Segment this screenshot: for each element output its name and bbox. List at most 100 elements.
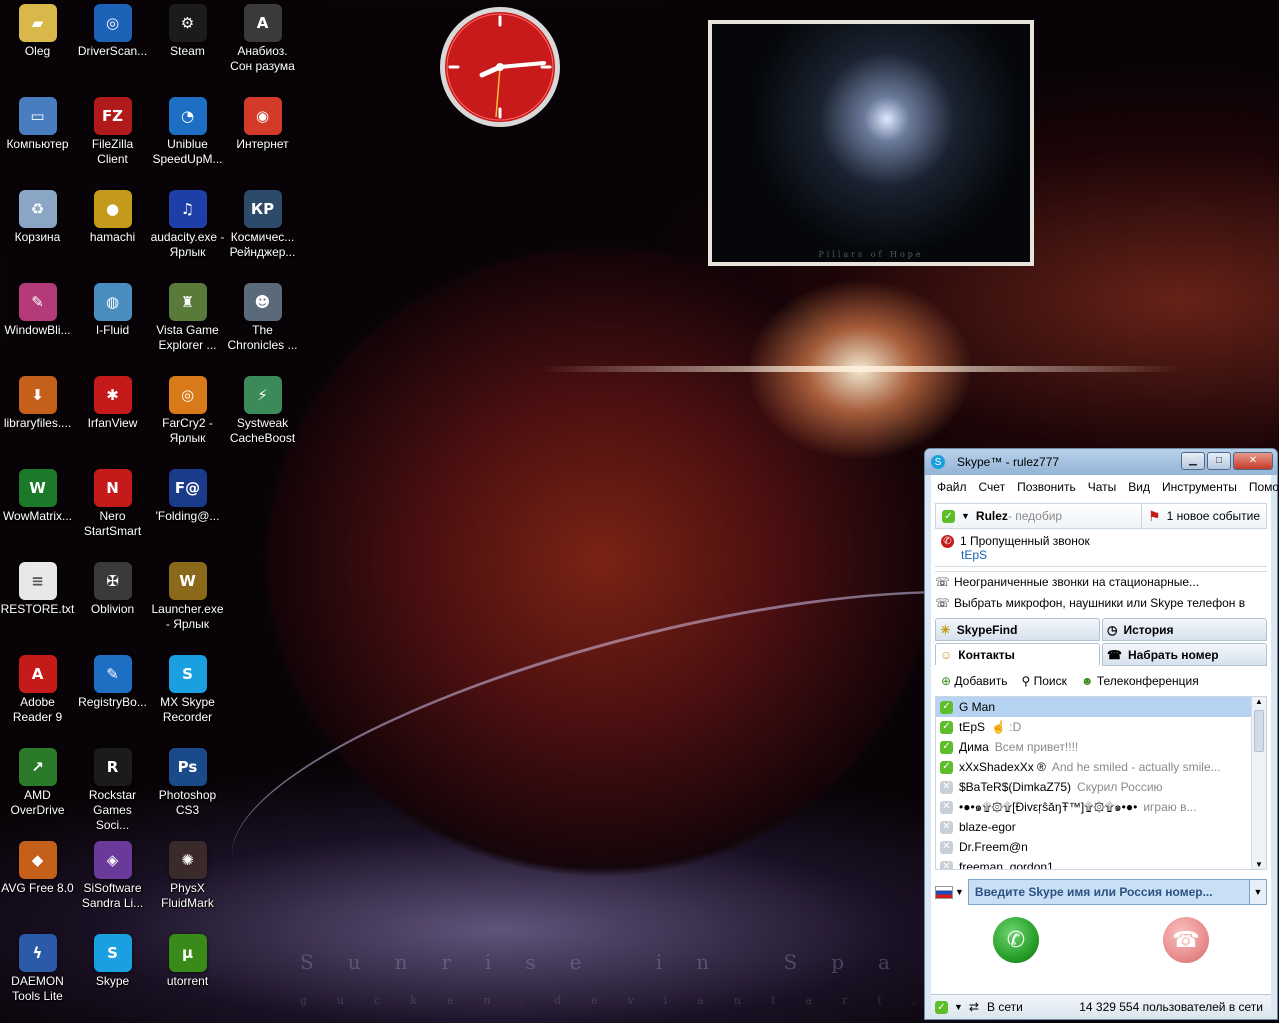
slideshow-gadget[interactable]: Pillars of Hope — [708, 20, 1034, 266]
sync-icon[interactable]: ⇄ — [969, 1000, 979, 1014]
minimize-button[interactable]: ▁ — [1181, 452, 1205, 470]
desktop-icon-label: audacity.exe - Ярлык — [150, 230, 225, 259]
desktop-icon[interactable]: ♫ audacity.exe - Ярлык — [150, 186, 225, 279]
missed-call-from[interactable]: tEpS — [941, 548, 1261, 562]
desktop-icon[interactable]: ϟ DAEMON Tools Lite — [0, 930, 75, 1023]
menu-item[interactable]: Инструменты — [1162, 480, 1237, 494]
russia-flag-icon[interactable] — [935, 885, 953, 899]
chevron-down-icon[interactable]: ▼ — [961, 511, 970, 521]
desktop-icon[interactable]: ◆ AVG Free 8.0 — [0, 837, 75, 930]
contact-name: G Man — [959, 700, 996, 714]
tab-skypefind[interactable]: ☀ SkypeFind — [935, 618, 1100, 641]
desktop-icon[interactable]: ◎ FarCry2 - Ярлык — [150, 372, 225, 465]
scroll-up-icon[interactable]: ▲ — [1252, 697, 1266, 706]
contact-row[interactable]: ✓ xXxShadexXx ® And he smiled - actually s… — [936, 757, 1266, 777]
tab-dial-number[interactable]: ☎ Набрать номер — [1102, 643, 1267, 666]
desktop-icon-label: RegistryBo... — [78, 695, 147, 709]
contact-row[interactable]: ✓ G Man — [936, 697, 1266, 717]
desktop-icon[interactable]: ↗ AMD OverDrive — [0, 744, 75, 837]
desktop-icon[interactable]: FZ FileZilla Client — [75, 93, 150, 186]
desktop-icon[interactable]: ⚡ Systweak CacheBoost — [225, 372, 300, 465]
desktop-icon[interactable]: ✎ RegistryBo... — [75, 651, 150, 744]
desktop-icon[interactable]: КР Космичес... Рейнджер... — [225, 186, 300, 279]
desktop-icon[interactable]: ⚙ Steam — [150, 0, 225, 93]
desktop-icon[interactable]: ◎ DriverScan... — [75, 0, 150, 93]
footer-online-icon[interactable]: ✓ — [935, 1000, 948, 1014]
desktop-icon[interactable]: µ utorrent — [150, 930, 225, 1023]
events-label: 1 новое событие — [1166, 509, 1260, 523]
contact-row[interactable]: ✕ freeman_gordon1 — [936, 857, 1266, 869]
conference-button[interactable]: ☻ Телеконференция — [1081, 674, 1199, 688]
contact-row[interactable]: ✓ tEpS ☝ :D — [936, 717, 1266, 737]
desktop-icon[interactable]: W WowMatrix... — [0, 465, 75, 558]
dial-dropdown-icon[interactable]: ▼ — [1250, 879, 1267, 905]
menu-item[interactable]: Помощь — [1249, 480, 1279, 494]
desktop-icon[interactable]: ≡ RESTORE.txt — [0, 558, 75, 651]
maximize-button[interactable]: □ — [1207, 452, 1231, 470]
events-button[interactable]: ⚑ 1 новое событие — [1141, 504, 1266, 528]
tab-history[interactable]: ◷ История — [1102, 618, 1267, 641]
desktop-icon[interactable]: ▭ Компьютер — [0, 93, 75, 186]
hangup-button[interactable]: ☎ — [1163, 917, 1209, 963]
footer-chevron-icon[interactable]: ▼ — [954, 1002, 963, 1012]
desktop-icon[interactable]: ✠ Oblivion — [75, 558, 150, 651]
desktop-icon[interactable]: ◍ I-Fluid — [75, 279, 150, 372]
tab-contacts[interactable]: ☺ Контакты — [935, 643, 1100, 665]
contact-row[interactable]: ✕ blaze-egor — [936, 817, 1266, 837]
contact-mood: играю в... — [1143, 800, 1197, 814]
desktop-icon[interactable]: N Nero StartSmart — [75, 465, 150, 558]
desktop-icon[interactable]: R Rockstar Games Soci... — [75, 744, 150, 837]
chronicles-icon: ☻ — [243, 283, 282, 321]
contact-row[interactable]: ✕ •●•๑۩۞۩[ĐivεŗŝăŋŦ™]۩۞۩๑•●• играю в... — [936, 797, 1266, 817]
desktop-icon[interactable]: F@ 'Folding@... — [150, 465, 225, 558]
country-chevron-icon[interactable]: ▼ — [955, 887, 964, 897]
add-contact-button[interactable]: ⊕ Добавить — [941, 674, 1007, 688]
desktop-icon[interactable]: ✎ WindowBli... — [0, 279, 75, 372]
desktop-icon[interactable]: S MX Skype Recorder — [150, 651, 225, 744]
desktop-icon[interactable]: ● hamachi — [75, 186, 150, 279]
tab-bar: ☀ SkypeFind ◷ История ☺ Контакты ☎ Набрать н… — [935, 618, 1267, 666]
user-name[interactable]: Rulez — [976, 509, 1008, 523]
desktop-icon[interactable]: ✺ PhysX FluidMark — [150, 837, 225, 930]
promo-list: ☏ Неограниченные звонки на стационарные..… — [935, 571, 1267, 614]
contact-list-scrollbar[interactable]: ▲ ▼ — [1251, 697, 1266, 869]
menu-item[interactable]: Счет — [979, 480, 1006, 494]
menu-item[interactable]: Вид — [1128, 480, 1150, 494]
call-button[interactable]: ✆ — [993, 917, 1039, 963]
skype-title-bar[interactable]: S Skype™ - rulez777 ▁ □ ✕ — [925, 449, 1277, 475]
footer-status[interactable]: В сети — [987, 1000, 1023, 1014]
menu-item[interactable]: Позвонить — [1017, 480, 1076, 494]
promo-headset[interactable]: ☏ Выбрать микрофон, наушники или Skype те… — [935, 593, 1267, 614]
desktop-icon[interactable]: ✱ IrfanView — [75, 372, 150, 465]
close-button[interactable]: ✕ — [1233, 452, 1273, 470]
desktop-icon[interactable]: ◉ Интернет — [225, 93, 300, 186]
menu-item[interactable]: Файл — [937, 480, 967, 494]
windowblinds-icon: ✎ — [18, 283, 57, 321]
desktop-icon[interactable]: ▰ Oleg — [0, 0, 75, 93]
missed-call-notice[interactable]: ✆ 1 Пропущенный звонок tEpS — [935, 532, 1267, 567]
desktop-icon[interactable]: ⬇ libraryfiles.... — [0, 372, 75, 465]
desktop-icon[interactable]: W Launcher.exe - Ярлык — [150, 558, 225, 651]
dial-input[interactable]: Введите Skype имя или Россия номер... — [967, 879, 1250, 905]
desktop-icon-label: WowMatrix... — [2, 509, 73, 523]
scroll-thumb[interactable] — [1254, 710, 1264, 752]
online-status-icon[interactable]: ✓ — [942, 509, 955, 523]
desktop-icon[interactable]: ♜ Vista Game Explorer ... — [150, 279, 225, 372]
search-button[interactable]: ⚲ Поиск — [1021, 674, 1066, 688]
contact-row[interactable]: ✓ Дима Всем привет!!!! — [936, 737, 1266, 757]
promo-landline-calls[interactable]: ☏ Неограниченные звонки на стационарные..… — [935, 572, 1267, 593]
desktop-icon[interactable]: ◔ Uniblue SpeedUpM... — [150, 93, 225, 186]
user-mood[interactable]: - педобир — [1008, 509, 1062, 523]
desktop-icon[interactable]: A Анабиоз. Сон разума — [225, 0, 300, 93]
desktop-icon[interactable]: Ps Photoshop CS3 — [150, 744, 225, 837]
desktop-icon[interactable]: ☻ The Chronicles ... — [225, 279, 300, 372]
clock-gadget[interactable] — [438, 5, 562, 129]
scroll-down-icon[interactable]: ▼ — [1252, 860, 1266, 869]
desktop-icon[interactable]: ♻ Корзина — [0, 186, 75, 279]
contact-row[interactable]: ✕ $BaTeR$(DimkaZ75) Скурил Россию — [936, 777, 1266, 797]
desktop-icon[interactable]: A Adobe Reader 9 — [0, 651, 75, 744]
contact-row[interactable]: ✕ Dr.Freem@n — [936, 837, 1266, 857]
desktop-icon[interactable]: ◈ SiSoftware Sandra Li... — [75, 837, 150, 930]
desktop-icon[interactable]: S Skype — [75, 930, 150, 1023]
menu-item[interactable]: Чаты — [1088, 480, 1117, 494]
